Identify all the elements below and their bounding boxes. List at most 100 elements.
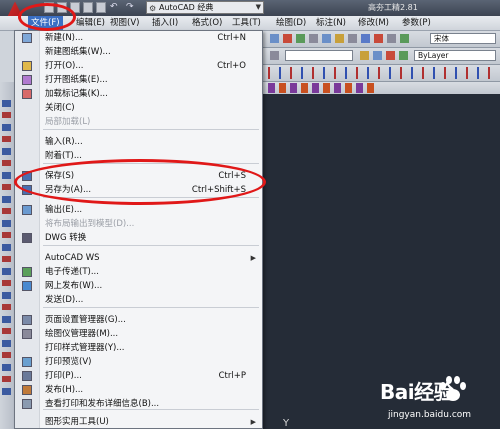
menu-separator <box>43 245 259 246</box>
toolbar-icon[interactable] <box>309 34 318 43</box>
menu-item-label: 页面设置管理器(G)... <box>45 315 126 325</box>
baidu-watermark: Bai经验 jingyan.baidu.com <box>350 368 500 429</box>
menu-tools[interactable]: 工具(T) <box>232 16 261 30</box>
menu-item-label: 附着(T)... <box>45 151 82 161</box>
dimension-tools[interactable] <box>268 67 498 79</box>
toolbar-icon[interactable] <box>296 34 305 43</box>
publish-icon <box>22 385 32 395</box>
menu-item[interactable]: AutoCAD WS ▶ <box>15 251 262 265</box>
toolbar-icon[interactable] <box>335 34 344 43</box>
layer-state-select[interactable] <box>285 50 353 61</box>
toolbar-icon[interactable] <box>399 51 408 60</box>
menu-draw[interactable]: 绘图(D) <box>276 16 306 30</box>
menu-view[interactable]: 视图(V) <box>110 16 139 30</box>
menu-parameter[interactable]: 参数(P) <box>402 16 431 30</box>
toolbar-icon[interactable] <box>270 34 279 43</box>
chevron-down-icon: ▼ <box>255 3 261 11</box>
menu-item[interactable]: 电子传递(T)... <box>15 265 262 279</box>
menu-item[interactable]: 绘图仪管理器(M)... <box>15 327 262 341</box>
watermark-brand: Bai经验 <box>380 380 454 404</box>
menu-item[interactable]: 加载标记集(K)... <box>15 87 262 101</box>
open-sheetset-icon <box>22 75 32 85</box>
menu-item[interactable]: 发布(H)... <box>15 383 262 397</box>
menu-item[interactable]: 网上发布(W)... <box>15 279 262 293</box>
menu-item-label: 发布(H)... <box>45 385 84 395</box>
redo-icon[interactable]: ↷ <box>126 2 134 12</box>
menu-item-label: 图形实用工具(U) <box>45 417 109 427</box>
gear-icon: ⚙ <box>149 4 157 13</box>
menu-item-label: 打开(O)... <box>45 61 84 71</box>
font-select[interactable]: 宋体 <box>430 33 496 44</box>
file-menu-items: 新建(N)... Ctrl+N 新建图纸集(W)... 打开(O)... Ctrl+O 打… <box>15 31 262 428</box>
menu-item[interactable]: 打印(P)... Ctrl+P <box>15 369 262 383</box>
open-folder-icon <box>22 61 32 71</box>
menu-item[interactable]: 发送(D)... <box>15 293 262 307</box>
toolbar-icon[interactable] <box>348 34 357 43</box>
menu-item-label: 绘图仪管理器(M)... <box>45 329 119 339</box>
menu-item[interactable]: 打开图纸集(E)... <box>15 73 262 87</box>
toolbar-icon[interactable] <box>387 34 396 43</box>
workspace-select[interactable]: ⚙ AutoCAD 经典 ▼ <box>146 1 264 14</box>
menu-separator <box>43 307 259 308</box>
toolbar-icon[interactable] <box>283 34 292 43</box>
menu-item-label: DWG 转换 <box>45 233 87 243</box>
window-title: 高夯工精2.81 <box>368 3 418 12</box>
menu-dimension[interactable]: 标注(N) <box>316 16 346 30</box>
menu-item[interactable]: 关闭(C) <box>15 101 262 115</box>
menu-item-shortcut: Ctrl+P <box>218 371 246 381</box>
layer-select[interactable]: ByLayer <box>414 50 496 61</box>
undo-icon[interactable]: ↶ <box>110 2 118 12</box>
menu-item-label: 网上发布(W)... <box>45 281 103 291</box>
workspace-label: AutoCAD 经典 <box>159 3 214 12</box>
menu-item[interactable]: 新建(N)... Ctrl+N <box>15 31 262 45</box>
menu-item-label: 查看打印和发布详细信息(B)... <box>45 399 160 409</box>
menu-item[interactable]: 新建图纸集(W)... <box>15 45 262 59</box>
menu-item-shortcut: Ctrl+N <box>217 33 246 43</box>
toolbar-icon[interactable] <box>374 34 383 43</box>
menu-insert[interactable]: 插入(I) <box>152 16 178 30</box>
dwg-convert-icon <box>22 233 32 243</box>
menu-item[interactable]: 输入(R)... <box>15 135 262 149</box>
toolbar-icon[interactable] <box>361 34 370 43</box>
menu-item[interactable]: 图形实用工具(U) ▶ <box>15 415 262 429</box>
menu-modify[interactable]: 修改(M) <box>358 16 389 30</box>
markup-icon <box>22 89 32 99</box>
menu-item-label: 打印样式管理器(Y)... <box>45 343 125 353</box>
new-file-icon <box>22 33 32 43</box>
menu-edit[interactable]: 编辑(E) <box>76 16 105 30</box>
menu-item-label: 新建图纸集(W)... <box>45 47 111 57</box>
menu-item[interactable]: DWG 转换 <box>15 231 262 245</box>
page-setup-icon <box>22 315 32 325</box>
plotter-icon <box>22 329 32 339</box>
toolbar-icon[interactable] <box>322 34 331 43</box>
watermark-url: jingyan.baidu.com <box>388 410 472 420</box>
toolbar-icon[interactable] <box>386 51 395 60</box>
menu-item-label: AutoCAD WS <box>45 253 100 263</box>
menu-item[interactable]: 打印预览(V) <box>15 355 262 369</box>
menu-item-label: 局部加载(L) <box>45 117 91 127</box>
toolbar-icon[interactable] <box>360 51 369 60</box>
print-preview-icon <box>22 357 32 367</box>
export-icon <box>22 205 32 215</box>
menu-item: 局部加载(L) <box>15 115 262 129</box>
menu-item[interactable]: 打印样式管理器(Y)... <box>15 341 262 355</box>
menu-separator <box>43 129 259 130</box>
menu-item[interactable]: 查看打印和发布详细信息(B)... <box>15 397 262 411</box>
menu-item-label: 电子传递(T)... <box>45 267 99 277</box>
toolbar-icon[interactable] <box>373 51 382 60</box>
toolbar-icon[interactable] <box>400 34 409 43</box>
menu-item-label: 打印(P)... <box>45 371 82 381</box>
menu-item-label: 加载标记集(K)... <box>45 89 108 99</box>
menu-item: 将布局输出到模型(D)... <box>15 217 262 231</box>
menu-item-shortcut: Ctrl+O <box>217 61 246 71</box>
menu-item[interactable]: 输出(E)... <box>15 203 262 217</box>
menu-item[interactable]: 打开(O)... Ctrl+O <box>15 59 262 73</box>
qa-saveas-icon[interactable] <box>83 2 93 13</box>
submenu-arrow-icon: ▶ <box>250 418 256 426</box>
qa-print-icon[interactable] <box>96 2 106 13</box>
menu-format[interactable]: 格式(O) <box>192 16 222 30</box>
modify-tools[interactable] <box>268 83 374 93</box>
toolbar-icon[interactable] <box>270 51 279 60</box>
draw-tool-icons[interactable] <box>2 100 11 400</box>
menu-item[interactable]: 页面设置管理器(G)... <box>15 313 262 327</box>
